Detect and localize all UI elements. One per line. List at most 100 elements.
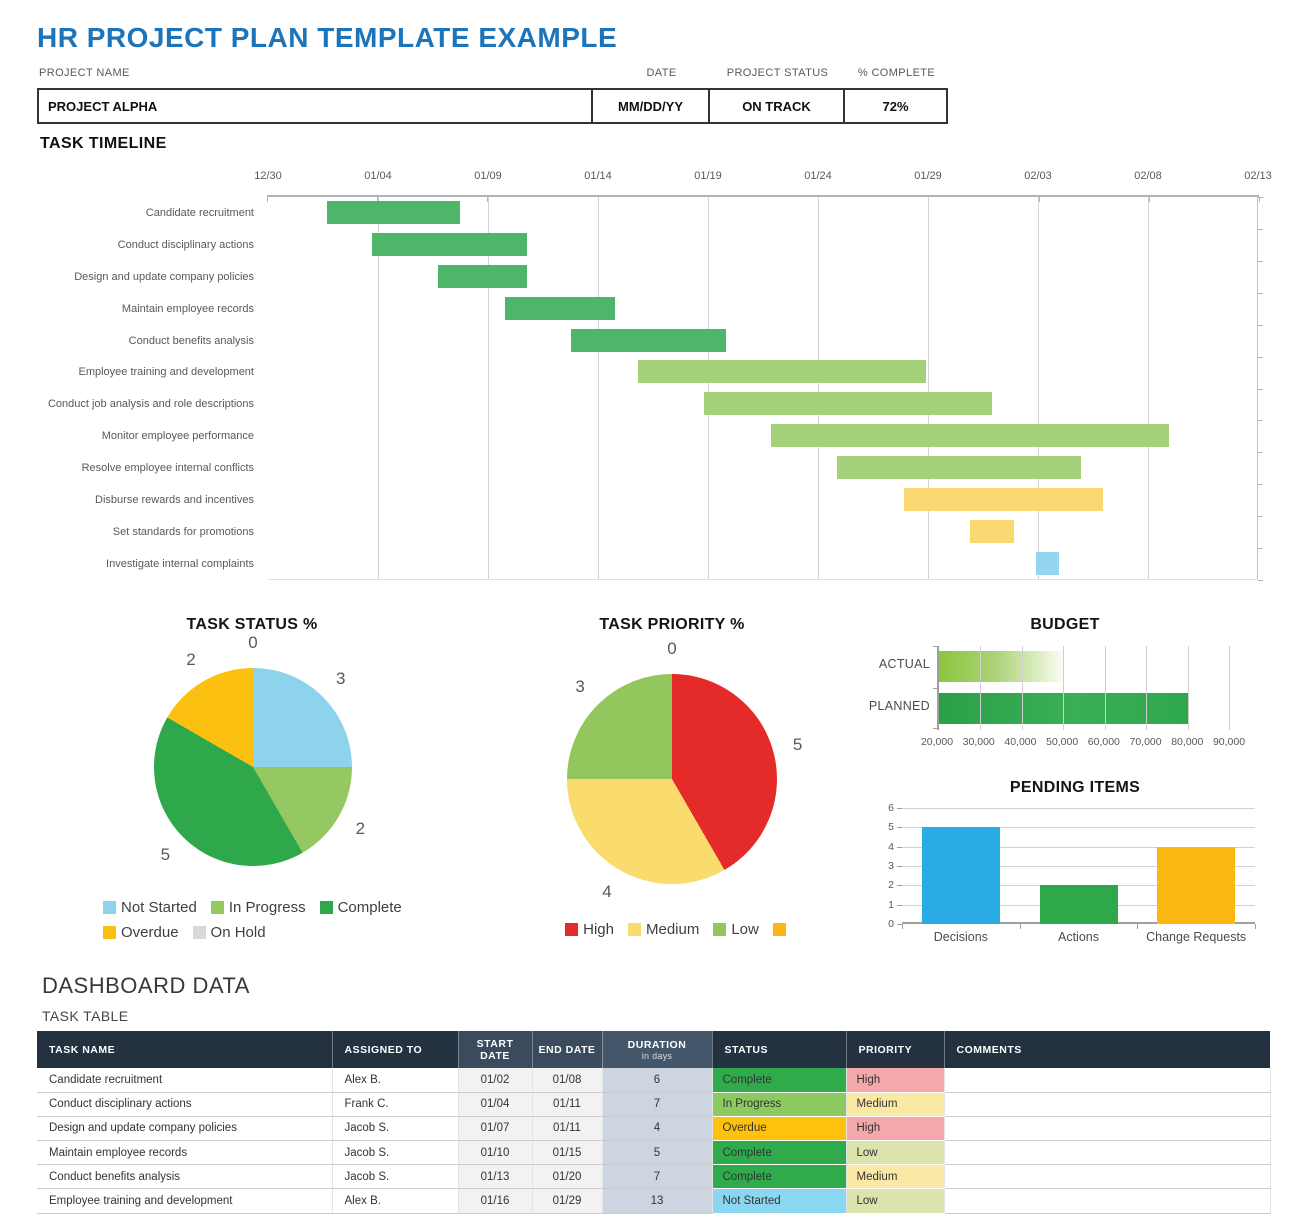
table-row: Candidate recruitment Alex B. 01/02 01/08 6 C… bbox=[37, 1068, 1271, 1093]
gantt-track bbox=[261, 197, 1258, 229]
pending-bar bbox=[1157, 846, 1236, 924]
table-header-cell: TASK NAME bbox=[37, 1031, 333, 1068]
gantt-bar bbox=[1036, 551, 1059, 575]
budget-gridline bbox=[1063, 646, 1065, 730]
legend-swatch bbox=[713, 923, 727, 936]
gantt-axis-tick-label: 02/13 bbox=[1244, 170, 1272, 182]
table-cell: Complete bbox=[712, 1068, 847, 1093]
pending-bottom-tick bbox=[1137, 924, 1139, 929]
gantt-bar bbox=[903, 488, 1103, 512]
gantt-track bbox=[261, 229, 1258, 261]
budget-bar-chart bbox=[933, 646, 1230, 730]
gantt-axis-tick-label: 01/19 bbox=[694, 170, 722, 182]
pending-category-label: Decisions bbox=[933, 930, 988, 944]
gantt-task-label: Disburse rewards and incentives bbox=[95, 493, 254, 506]
gantt-right-tick bbox=[1258, 580, 1263, 581]
legend-swatch bbox=[192, 926, 206, 939]
gantt-right-tick bbox=[1258, 228, 1263, 230]
table-cell: Jacob S. bbox=[332, 1116, 459, 1142]
table-cell bbox=[944, 1068, 1271, 1093]
legend-row: Overdue On Hold bbox=[103, 924, 433, 941]
budget-planned-label: PLANNED bbox=[868, 699, 930, 713]
legend-item: High bbox=[565, 921, 614, 938]
gantt-right-tick bbox=[1258, 516, 1263, 518]
task-table-heading: TASK TABLE bbox=[42, 1008, 129, 1024]
table-cell: Jacob S. bbox=[332, 1140, 459, 1166]
pie-value-label: 2 bbox=[186, 649, 196, 669]
gantt-task-label: Employee training and development bbox=[78, 366, 254, 379]
pending-bar bbox=[921, 827, 1000, 924]
project-info-table: PROJECT ALPHA MM/DD/YY ON TRACK 72% bbox=[37, 88, 948, 124]
legend-item: Medium bbox=[627, 921, 700, 938]
gantt-bar bbox=[327, 201, 461, 224]
gantt-date-axis: 12/30 01/04 01/09 01/14 01/19 01/24 01/29 02/03… bbox=[254, 170, 1272, 186]
table-row: Conduct benefits analysis Jacob S. 01/13 01… bbox=[37, 1164, 1271, 1190]
table-cell: Medium bbox=[846, 1164, 945, 1190]
budget-tick-label: 80,000 bbox=[1171, 736, 1204, 748]
pending-y-tick-label: 4 bbox=[888, 840, 894, 853]
project-date-value: MM/DD/YY bbox=[591, 90, 708, 122]
table-cell: In Progress bbox=[712, 1092, 847, 1117]
priority-legend: High Medium Low bbox=[555, 921, 815, 946]
table-cell bbox=[944, 1188, 1271, 1214]
pie-value-label: 5 bbox=[160, 844, 171, 864]
table-cell: Conduct benefits analysis bbox=[37, 1164, 333, 1190]
table-cell: Low bbox=[846, 1188, 945, 1214]
table-header-cell: COMMENTS bbox=[944, 1031, 1271, 1068]
pending-axis-tick bbox=[897, 846, 902, 848]
gantt-row: Disburse rewards and incentives bbox=[37, 484, 1258, 516]
pending-axis-tick bbox=[897, 808, 902, 809]
legend-label: Not Started bbox=[121, 899, 197, 916]
gantt-chart: 12/30 01/04 01/09 01/14 01/19 01/24 01/29 02/03… bbox=[37, 170, 1272, 584]
legend-label: Overdue bbox=[121, 924, 179, 941]
table-cell: Frank C. bbox=[332, 1092, 459, 1117]
pending-axis-tick bbox=[897, 904, 902, 906]
table-cell: 7 bbox=[602, 1092, 713, 1117]
gantt-track bbox=[261, 356, 1258, 388]
legend-label: Low bbox=[731, 921, 759, 938]
gantt-right-tick bbox=[1258, 197, 1263, 198]
table-cell: Jacob S. bbox=[332, 1164, 459, 1190]
gantt-task-label: Design and update company policies bbox=[74, 270, 254, 283]
gantt-bar bbox=[438, 264, 527, 288]
dashboard-data-heading: DASHBOARD DATA bbox=[42, 973, 250, 998]
budget-gridline bbox=[1021, 646, 1023, 730]
legend-item: Overdue bbox=[103, 924, 179, 941]
legend-swatch bbox=[565, 923, 579, 936]
table-row: Conduct disciplinary actions Frank C. 01/0… bbox=[37, 1092, 1271, 1117]
gantt-axis-tick-label: 01/29 bbox=[914, 170, 942, 182]
gantt-rows: Candidate recruitment Conduct disciplinar… bbox=[37, 197, 1258, 580]
budget-axis-tick bbox=[933, 728, 938, 729]
table-cell: Not Started bbox=[712, 1188, 847, 1214]
project-name-label: PROJECT NAME bbox=[39, 67, 130, 79]
gantt-row: Investigate internal complaints bbox=[37, 548, 1258, 580]
legend-item: Not Started bbox=[103, 899, 197, 916]
gantt-axis-tick-label: 01/04 bbox=[364, 170, 392, 182]
gantt-task-label: Conduct benefits analysis bbox=[128, 334, 254, 347]
percent-complete-label: % COMPLETE bbox=[857, 67, 936, 79]
budget-tick-label: 40,000 bbox=[1004, 736, 1037, 748]
gantt-right-tick bbox=[1258, 420, 1263, 422]
gantt-bar bbox=[371, 232, 527, 256]
pie-value-label: 0 bbox=[667, 639, 677, 658]
pie-value-label: 2 bbox=[355, 819, 366, 838]
budget-actual-bar bbox=[939, 651, 1064, 682]
pie-value-label: 4 bbox=[602, 881, 612, 901]
table-cell bbox=[944, 1092, 1271, 1117]
gantt-right-tick bbox=[1258, 452, 1263, 454]
gantt-task-label: Investigate internal complaints bbox=[106, 557, 254, 570]
task-timeline-heading: TASK TIMELINE bbox=[40, 135, 167, 152]
legend-label: Medium bbox=[645, 921, 700, 938]
status-legend: Not Started In Progress Complete Overdue On … bbox=[103, 899, 433, 949]
pending-y-tick-label: 0 bbox=[888, 918, 894, 930]
table-cell: 7 bbox=[602, 1164, 713, 1190]
table-cell: 01/16 bbox=[458, 1188, 533, 1214]
pending-axis-tick bbox=[897, 885, 902, 887]
budget-actual-label: ACTUAL bbox=[878, 657, 930, 671]
budget-gridline bbox=[1146, 646, 1148, 730]
table-row: Employee training and development Alex B.… bbox=[37, 1188, 1271, 1214]
budget-gridline bbox=[1187, 646, 1189, 730]
legend-item bbox=[772, 921, 791, 938]
project-name-value: PROJECT ALPHA bbox=[48, 98, 158, 114]
pending-bottom-tick bbox=[1255, 924, 1256, 929]
